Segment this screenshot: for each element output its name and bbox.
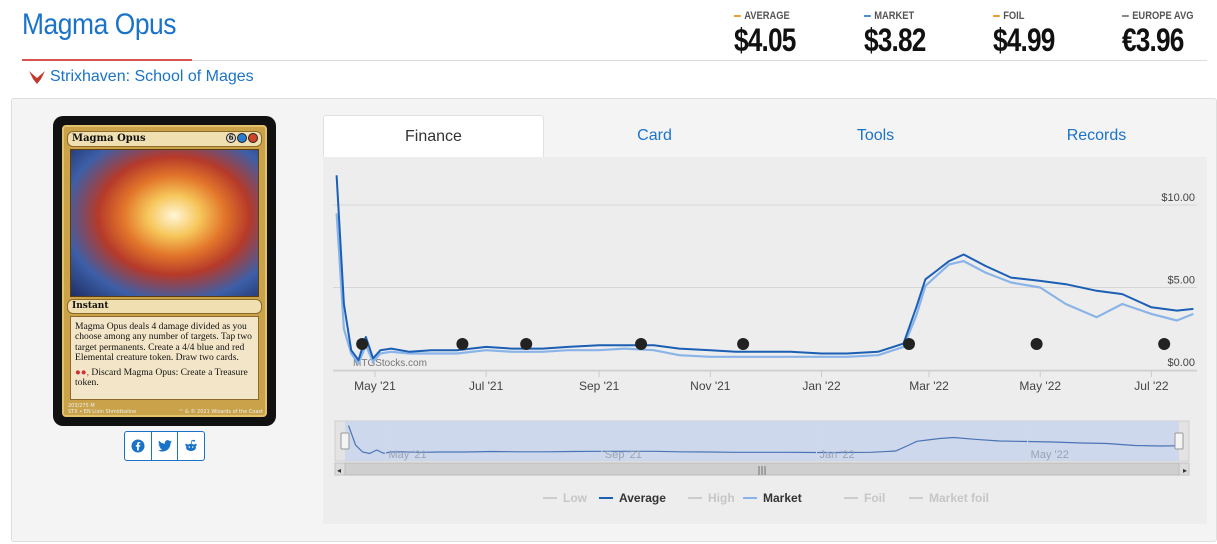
card-name-bar: Magma Opus 6	[67, 131, 262, 147]
set-release-marker-icon	[456, 338, 469, 350]
card-art	[70, 149, 259, 297]
card-name: Magma Opus	[72, 133, 146, 144]
reddit-icon	[185, 439, 197, 452]
navigator-handle[interactable]	[340, 432, 350, 450]
card-set-lang: STX • EN	[68, 409, 91, 415]
card-footer: 203/275 M STX • EN Lixin Shmidkaline ™ &…	[68, 403, 263, 415]
twitter-icon	[157, 440, 172, 452]
legend-item-foil[interactable]: Foil	[864, 491, 885, 505]
x-tick-label: Jan '22	[802, 379, 841, 393]
card-artist: Lixin Shmidkaline	[92, 409, 137, 415]
x-tick-label: Mar '22	[909, 379, 949, 393]
tab-records[interactable]: Records	[986, 115, 1207, 157]
x-tick-label: Jul '22	[1134, 379, 1169, 393]
price-europe: EUROPE AVG €3.96	[1122, 10, 1206, 58]
scroll-left-arrow-icon[interactable]: ◂	[337, 466, 341, 475]
set-name: Strixhaven: School of Mages	[50, 68, 254, 85]
price-europe-label: EUROPE AVG	[1132, 10, 1194, 22]
europe-color-swatch	[1122, 15, 1129, 17]
card-frame: Magma Opus 6 Instant Magma Opus deals 4 …	[62, 125, 267, 417]
navigator-tick-label: May '22	[1031, 449, 1069, 461]
set-release-marker-icon	[635, 338, 648, 350]
facebook-share-button[interactable]	[125, 432, 152, 460]
legend-item-average[interactable]: Average	[619, 491, 666, 505]
set-release-marker-icon	[737, 338, 750, 350]
average-color-swatch	[734, 15, 741, 17]
legend-item-low[interactable]: Low	[563, 491, 588, 505]
price-market: MARKET $3.82	[864, 10, 939, 58]
set-release-marker-icon	[1158, 338, 1171, 350]
navigator-tick-label: May '21	[388, 449, 426, 461]
set-release-marker-icon	[1030, 338, 1043, 350]
x-tick-label: Jul '21	[469, 379, 504, 393]
card-rules-2: ●●, Discard Magma Opus: Create a Treasur…	[75, 366, 254, 389]
set-release-marker-icon	[903, 338, 915, 350]
navigator-tick-label: Sep '21	[605, 449, 642, 461]
price-market-value: $3.82	[864, 22, 926, 58]
card-rules-2-text: Discard Magma Opus: Create a Treasure to…	[75, 366, 248, 389]
x-tick-label: May '22	[1019, 379, 1061, 393]
share-buttons	[124, 431, 205, 461]
scroll-right-arrow-icon[interactable]: ▸	[1183, 466, 1187, 475]
reddit-share-button[interactable]	[178, 432, 204, 460]
scrollbar-grip-icon: |||	[757, 466, 766, 476]
page: Magma Opus Strixhaven: School of Mages A…	[0, 0, 1217, 544]
twitter-share-button[interactable]	[152, 432, 179, 460]
y-tick-label: $0.00	[1167, 357, 1195, 369]
mana-red-icon	[248, 133, 258, 143]
chart-watermark: MTGStocks.com	[353, 358, 427, 369]
set-link[interactable]: Strixhaven: School of Mages	[28, 68, 254, 86]
set-release-marker-icon	[520, 338, 533, 350]
price-foil: FOIL $4.99	[993, 10, 1068, 58]
price-average: AVERAGE $4.05	[734, 10, 809, 58]
legend-item-market-foil[interactable]: Market foil	[929, 491, 989, 505]
title-underline	[22, 59, 192, 61]
card-rules-1: Magma Opus deals 4 damage divided as you…	[75, 321, 252, 364]
x-tick-label: May '21	[354, 379, 396, 393]
card-rules-box: Magma Opus deals 4 damage divided as you…	[70, 316, 259, 400]
price-foil-value: $4.99	[993, 22, 1055, 58]
x-tick-label: Nov '21	[690, 379, 731, 393]
legend-item-high[interactable]: High	[708, 491, 735, 505]
price-europe-value: €3.96	[1122, 22, 1184, 58]
price-average-label: AVERAGE	[744, 10, 790, 22]
price-chart[interactable]: $0.00 $5.00 $10.00 May '21 Jul '21 Sep '21 Nov…	[323, 157, 1207, 524]
navigator-handle[interactable]	[1174, 432, 1184, 450]
card-type-line: Instant	[67, 299, 262, 314]
tab-card[interactable]: Card	[544, 115, 765, 157]
y-tick-label: $10.00	[1161, 192, 1195, 204]
hybrid-mana-icon: ●●,	[75, 366, 92, 378]
card-image[interactable]: Magma Opus 6 Instant Magma Opus deals 4 …	[53, 116, 276, 426]
price-average-value: $4.05	[734, 22, 796, 58]
facebook-icon	[131, 439, 145, 453]
x-tick-label: Sep '21	[579, 379, 620, 393]
market-color-swatch	[864, 15, 871, 17]
strixhaven-set-icon	[29, 71, 45, 84]
y-tick-label: $5.00	[1167, 275, 1195, 287]
mana-blue-icon	[237, 133, 247, 143]
header-divider	[192, 60, 1207, 61]
set-release-marker-icon	[356, 338, 369, 350]
card-copyright: ™ & © 2021 Wizards of the Coast	[178, 409, 263, 415]
price-market-label: MARKET	[874, 10, 915, 22]
price-chart-area: $0.00 $5.00 $10.00 May '21 Jul '21 Sep '21 Nov…	[323, 157, 1207, 524]
tab-finance[interactable]: Finance	[323, 115, 544, 157]
foil-color-swatch	[993, 15, 1000, 17]
tab-tools[interactable]: Tools	[765, 115, 986, 157]
mana-generic-icon: 6	[226, 133, 236, 143]
navigator-tick-label: Jan '22	[820, 449, 855, 461]
page-title: Magma Opus	[22, 8, 177, 41]
legend-item-market[interactable]: Market	[763, 491, 802, 505]
tab-bar: Finance Card Tools Records	[323, 115, 1207, 157]
price-foil-label: FOIL	[1003, 10, 1025, 22]
mana-cost: 6	[226, 133, 258, 143]
